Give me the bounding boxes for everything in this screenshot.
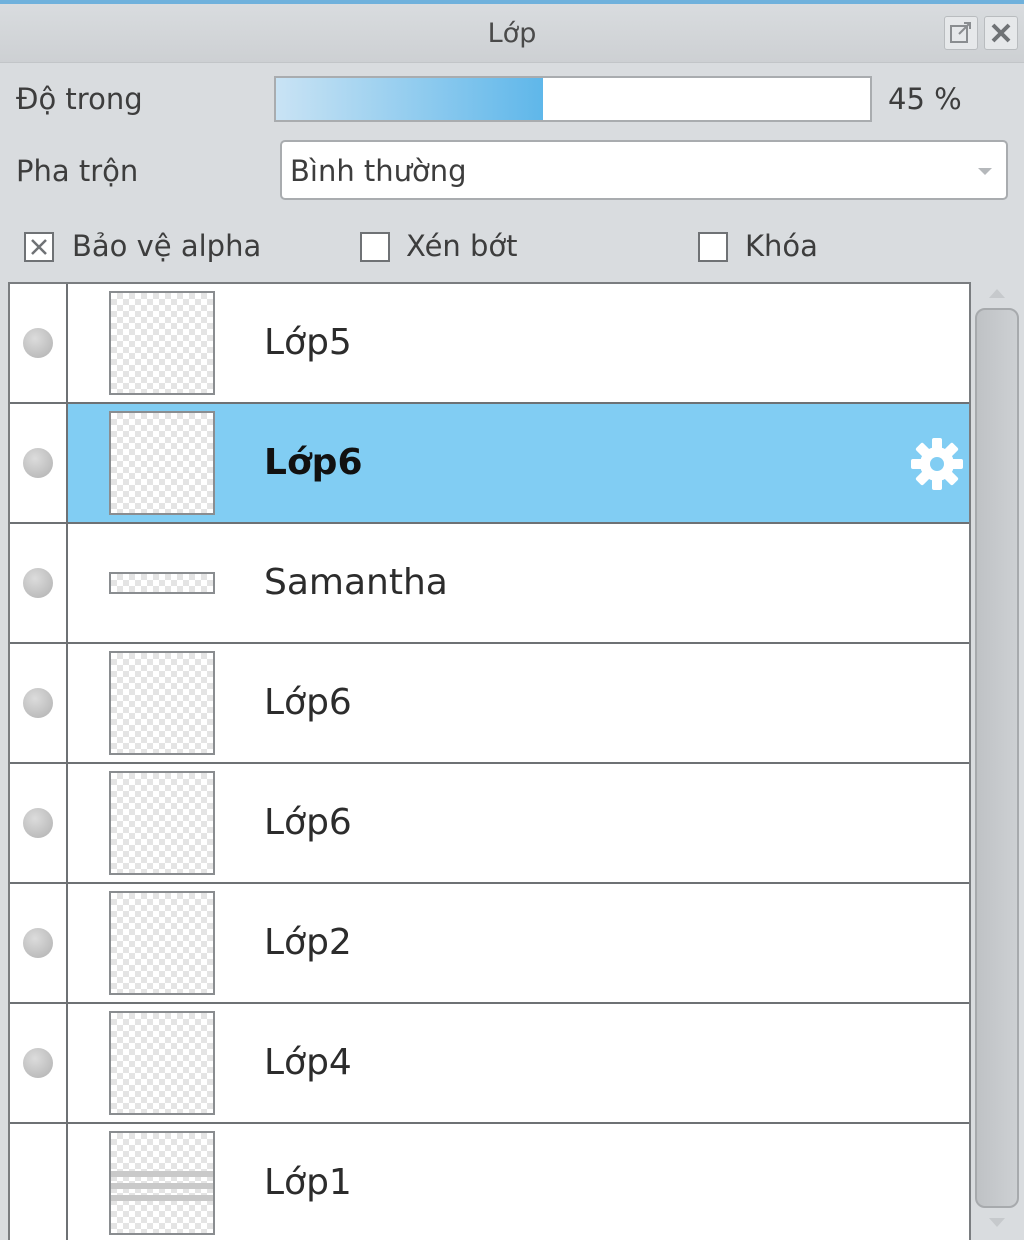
layer-name: Lớp6: [264, 682, 352, 723]
chevron-down-icon: [978, 168, 992, 175]
layer-thumbnail: [109, 1011, 215, 1115]
visibility-dot-icon[interactable]: [23, 928, 53, 958]
visibility-cell[interactable]: [10, 284, 68, 402]
visibility-cell[interactable]: [10, 1004, 68, 1122]
layer-main[interactable]: Lớp5: [68, 284, 969, 402]
panel-title: Lớp: [487, 18, 537, 49]
layer-name: Samantha: [264, 562, 448, 603]
layer-thumbnail: [109, 1131, 215, 1235]
close-button[interactable]: [984, 16, 1018, 50]
layer-name: Lớp2: [264, 922, 352, 963]
layer-list-scrollbar[interactable]: [973, 282, 1023, 1240]
layer-main[interactable]: Lớp6: [68, 404, 969, 522]
layer-row[interactable]: Lớp6: [10, 764, 969, 884]
visibility-dot-icon[interactable]: [23, 328, 53, 358]
layer-name: Lớp1: [264, 1162, 352, 1203]
protect-alpha-label: Bảo vệ alpha: [72, 229, 262, 263]
panel-titlebar: Lớp: [0, 4, 1024, 63]
scroll-up-icon[interactable]: [987, 286, 1007, 300]
layer-name: Lớp4: [264, 1042, 352, 1083]
blend-mode-value: Bình thường: [290, 154, 467, 188]
clip-label: Xén bớt: [406, 229, 518, 263]
layer-main[interactable]: Lớp6: [68, 644, 969, 762]
layer-thumbnail: [109, 411, 215, 515]
layer-row[interactable]: Samantha: [10, 524, 969, 644]
layer-name: Lớp6: [264, 442, 363, 483]
layer-main[interactable]: Lớp2: [68, 884, 969, 1002]
scrollbar-thumb[interactable]: [975, 308, 1019, 1208]
layer-name: Lớp6: [264, 802, 352, 843]
clip-checkbox[interactable]: [360, 232, 390, 262]
visibility-dot-icon[interactable]: [23, 568, 53, 598]
visibility-cell[interactable]: [10, 404, 68, 522]
visibility-cell[interactable]: [10, 764, 68, 882]
visibility-dot-icon[interactable]: [23, 688, 53, 718]
opacity-slider-fill: [276, 78, 544, 120]
visibility-cell[interactable]: [10, 884, 68, 1002]
layer-main[interactable]: Samantha: [68, 524, 969, 642]
visibility-cell[interactable]: [10, 1124, 68, 1240]
layer-thumbnail: [109, 291, 215, 395]
layer-main[interactable]: Lớp4: [68, 1004, 969, 1122]
layer-row[interactable]: Lớp2: [10, 884, 969, 1004]
layer-row[interactable]: Lớp6: [10, 644, 969, 764]
layer-thumbnail: [109, 771, 215, 875]
layer-name: Lớp5: [264, 322, 352, 363]
protect-alpha-checkbox[interactable]: [24, 232, 54, 262]
layer-main[interactable]: Lớp1: [68, 1124, 969, 1240]
gear-icon[interactable]: [909, 436, 965, 492]
lock-checkbox[interactable]: [698, 232, 728, 262]
scroll-down-icon[interactable]: [987, 1216, 1007, 1230]
popout-button[interactable]: [944, 16, 978, 50]
layer-main[interactable]: Lớp6: [68, 764, 969, 882]
opacity-label: Độ trong: [16, 82, 143, 116]
visibility-dot-icon[interactable]: [23, 1048, 53, 1078]
blend-mode-label: Pha trộn: [16, 154, 139, 188]
visibility-cell[interactable]: [10, 644, 68, 762]
visibility-cell[interactable]: [10, 524, 68, 642]
opacity-value: 45 %: [888, 82, 962, 116]
layer-row[interactable]: Lớp5: [10, 284, 969, 404]
visibility-dot-icon[interactable]: [23, 448, 53, 478]
popout-icon: [950, 22, 971, 43]
opacity-slider[interactable]: [274, 76, 872, 122]
layer-row[interactable]: Lớp1: [10, 1124, 969, 1240]
layer-thumbnail: [109, 572, 215, 594]
blend-mode-select[interactable]: Bình thường: [280, 140, 1008, 200]
layer-row-selected[interactable]: Lớp6: [10, 404, 969, 524]
lock-label: Khóa: [745, 229, 818, 263]
visibility-dot-icon[interactable]: [23, 808, 53, 838]
check-x-icon: [31, 239, 47, 255]
close-icon: [991, 23, 1011, 43]
layer-thumbnail: [109, 651, 215, 755]
layer-thumbnail: [109, 891, 215, 995]
layer-list: Lớp5 Lớp6 Samantha Lớp6 Lớp6 Lớp2 Lớp4 L…: [8, 282, 971, 1240]
layer-row[interactable]: Lớp4: [10, 1004, 969, 1124]
